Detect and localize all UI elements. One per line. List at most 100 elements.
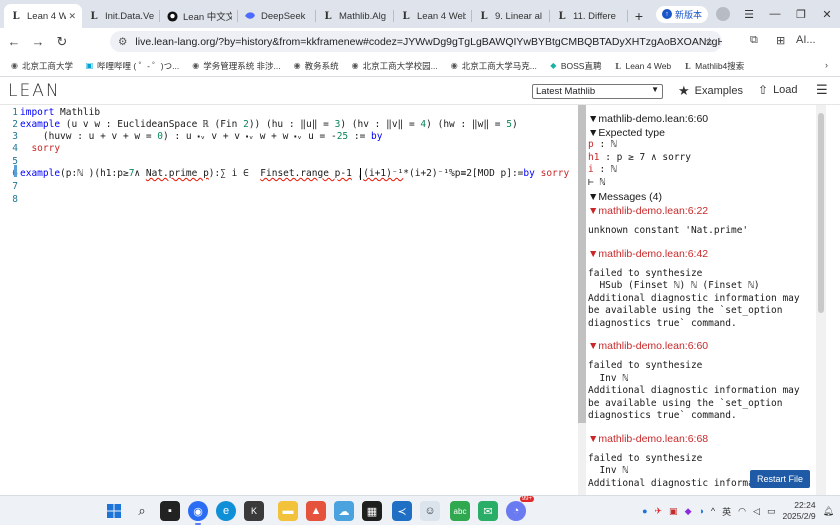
load-button[interactable]: ⇧ Load <box>758 83 798 97</box>
code-line: import Mathlib <box>20 107 101 118</box>
terminal-icon[interactable]: ▪ <box>160 501 180 521</box>
bookmark-item[interactable]: L Lean 4 Web <box>613 61 671 71</box>
editor-scrollbar[interactable] <box>578 105 586 495</box>
system-tray: ● ✈ ▣ ◆ ◑ ^ 英 ◠ ◁ ▭ 22:24 2025/2/9 🔔︎ <box>642 496 834 526</box>
bookmark-item[interactable]: ◉ 教务系统 <box>293 60 339 72</box>
close-window-icon[interactable]: ✕ <box>814 8 840 21</box>
bookmark-item[interactable]: L Mathlib4搜索 <box>683 60 744 72</box>
version-select[interactable]: Latest Mathlib ▼ <box>532 84 663 99</box>
bookmark-item[interactable]: ◉ 北京工商大学马克... <box>450 60 537 72</box>
avatar-app-icon[interactable]: ☺ <box>420 501 440 521</box>
new-tab-button[interactable]: + <box>628 4 650 28</box>
search-icon[interactable]: ⌕ <box>132 501 152 521</box>
bookmark-item[interactable]: ◆ BOSS直聘 <box>549 60 601 72</box>
tray-app-icon[interactable]: ✈ <box>655 506 663 517</box>
input-language[interactable]: 英 <box>722 505 731 518</box>
browser-app-icon[interactable]: ◉ <box>188 501 208 525</box>
reload-icon[interactable]: ↻ <box>50 34 74 50</box>
globe-icon: ◉ <box>11 61 18 70</box>
message-location[interactable]: ▼mathlib-demo.lean:6:22 <box>588 205 816 217</box>
chevron-right-icon[interactable]: › <box>825 60 828 70</box>
expected-type-header[interactable]: ▼Expected type <box>588 127 816 139</box>
tab-differential[interactable]: L 11. Differe <box>550 4 628 28</box>
line-number: 7 <box>12 181 18 192</box>
examples-button[interactable]: ★ Examples <box>678 83 743 99</box>
tab-lean4-web[interactable]: L Lean 4 W ✕ <box>4 4 82 28</box>
tab-title: DeepSeek <box>261 10 306 22</box>
globe-icon: ◉ <box>192 61 200 70</box>
close-tab-icon[interactable]: ✕ <box>68 11 76 22</box>
app-icon[interactable]: ▲ <box>306 501 326 521</box>
bell-icon[interactable]: 🔔︎ <box>823 506 834 517</box>
lean-favicon-icon: L <box>684 60 691 71</box>
tray-app-icon[interactable]: ◆ <box>685 506 692 517</box>
tab-mathlib-alg[interactable]: L Mathlib.Alg <box>316 4 394 28</box>
edge-icon[interactable]: e <box>216 501 236 521</box>
tab-init-data[interactable]: L Init.Data.Ve <box>82 4 160 28</box>
bookmark-item[interactable]: ◉ 学务管理系统 非涉... <box>191 60 280 72</box>
new-version-button[interactable]: ↑ 新版本 <box>655 5 708 23</box>
notification-badge: 99+ <box>519 496 534 502</box>
message-location[interactable]: ▼mathlib-demo.lean:6:68 <box>588 433 816 445</box>
menu-icon[interactable]: ☰ <box>736 8 762 21</box>
bookmark-star-icon[interactable]: ☆ <box>705 36 714 48</box>
code-editor[interactable]: 1 2 3 4 5 6 7 8 import Mathlib example (… <box>0 105 578 495</box>
url-field[interactable]: ⚙ live.lean-lang.org/?by=history&from=kk… <box>110 31 722 52</box>
tab-lean4-web-2[interactable]: L Lean 4 Web <box>394 4 472 28</box>
profile-avatar[interactable] <box>716 7 730 21</box>
update-icon: ↑ <box>661 9 672 19</box>
tab-linear-algebra[interactable]: L 9. Linear al <box>472 4 550 28</box>
code-line: example(p:ℕ )(h1:p≥7∧ Nat.prime p):∑ i ∈… <box>20 168 570 179</box>
extension-icon[interactable]: ⧉ <box>750 34 758 47</box>
clock[interactable]: 22:24 2025/2/9 <box>782 500 815 522</box>
wechat-icon[interactable]: ✉ <box>478 501 498 521</box>
wifi-icon[interactable]: ◠ <box>738 506 746 517</box>
ai-assistant-button[interactable]: AI... <box>796 34 816 46</box>
line-number: 1 <box>12 107 18 118</box>
qq-icon[interactable]: ◔ 99+ <box>506 496 534 521</box>
vscode-icon[interactable]: ≺ <box>392 501 412 521</box>
cloud-icon[interactable]: ☁ <box>334 501 354 521</box>
goal-target: ⊢ ℕ <box>588 176 606 188</box>
bookmark-item[interactable]: ◉ 北京工商大学校园... <box>351 60 438 72</box>
site-info-icon[interactable]: ⚙ <box>118 36 127 48</box>
bookmark-item[interactable]: ◉ 北京工商大学 <box>10 60 73 72</box>
hamburger-menu-icon[interactable]: ☰ <box>816 82 828 98</box>
chevron-up-icon[interactable]: ^ <box>711 506 715 516</box>
folder-icon[interactable]: ▬ <box>278 501 298 521</box>
scrollbar-thumb[interactable] <box>818 113 824 313</box>
back-icon[interactable]: ← <box>2 34 26 49</box>
message-location[interactable]: ▼mathlib-demo.lean:6:42 <box>588 248 816 260</box>
restart-file-button[interactable]: Restart File <box>750 470 810 488</box>
kimi-icon[interactable]: K <box>244 501 264 521</box>
tab-lean-chinese[interactable]: Lean 中文文 <box>160 4 238 28</box>
screenshot-icon[interactable]: ⊞ <box>776 34 785 47</box>
abc-app-icon[interactable]: abc <box>450 501 470 521</box>
volume-icon[interactable]: ◁ <box>753 506 760 517</box>
tab-title: 9. Linear al <box>495 10 543 22</box>
tray-app-icon[interactable]: ● <box>642 506 647 516</box>
tab-title: Init.Data.Ve <box>105 10 154 22</box>
tray-app-icon[interactable]: ◑ <box>698 506 703 516</box>
app-icon[interactable]: ▦ <box>362 501 382 521</box>
globe-icon: ◉ <box>450 61 458 70</box>
bookmark-item[interactable]: ▣ 哔哩哔哩 ( ゜- ゜)つ... <box>85 60 179 72</box>
lean-favicon-icon: L <box>480 10 488 22</box>
scrollbar-thumb[interactable] <box>578 105 586 423</box>
goal-hypothesis: i : ℕ <box>588 164 617 175</box>
globe-icon: ◉ <box>351 61 359 70</box>
infoview-scrollbar[interactable] <box>816 105 826 495</box>
battery-icon[interactable]: ▭ <box>767 506 776 517</box>
tab-deepseek[interactable]: DeepSeek <box>238 4 316 28</box>
code-line: example (u v w : EuclideanSpace ℝ (Fin 2… <box>20 119 518 130</box>
cursor-position-header[interactable]: ▼mathlib-demo.lean:6:60 <box>588 113 816 125</box>
message-location[interactable]: ▼mathlib-demo.lean:6:60 <box>588 340 816 352</box>
minimize-icon[interactable]: — <box>762 8 788 20</box>
tab-title: 11. Differe <box>573 10 616 22</box>
messages-header[interactable]: ▼Messages (4) <box>588 191 816 203</box>
windows-start-icon[interactable] <box>104 501 124 521</box>
tray-app-icon[interactable]: ▣ <box>669 506 678 517</box>
restore-icon[interactable]: ❐ <box>788 8 814 21</box>
upload-icon: ⇧ <box>758 83 769 97</box>
forward-icon[interactable]: → <box>26 34 50 49</box>
